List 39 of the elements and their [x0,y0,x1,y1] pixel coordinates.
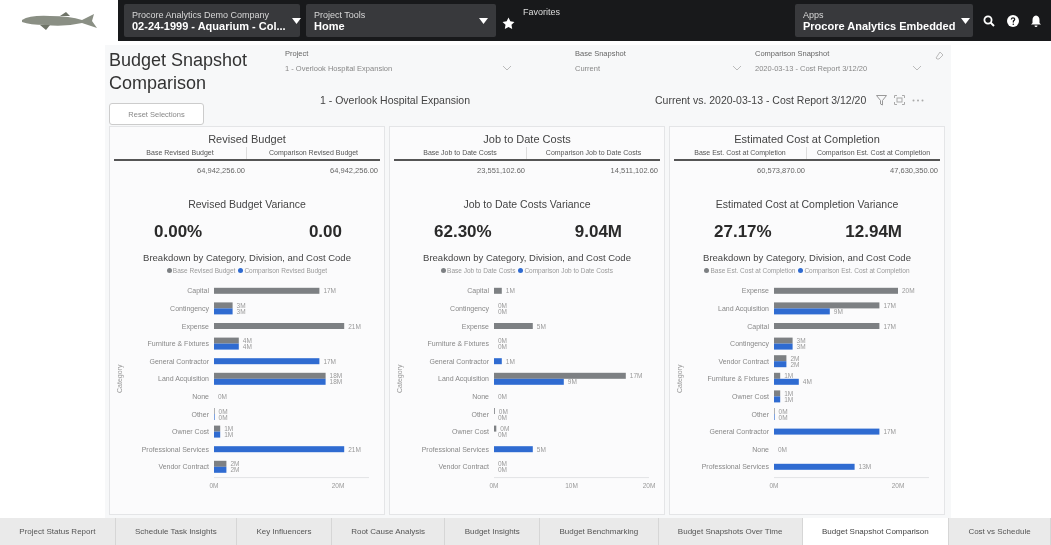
variance-title: Revised Budget Variance [187,198,307,210]
bar [494,425,497,432]
project-tools-dropdown[interactable]: Project Tools Home [306,4,496,37]
bar [494,323,533,329]
report-title: Budget Snapshot Comparison [109,49,249,95]
chevron-down-icon [503,66,511,71]
page-tab[interactable]: Budget Snapshot Comparison [802,518,950,545]
variance-amount: 9.04M [573,222,623,242]
chart-title: Breakdown by Category, Division, and Cost Code [702,252,912,263]
variance-percent: 27.17% [713,222,773,242]
project-caption: 1 - Overlook Hospital Expansion [320,94,471,106]
chart-title: Breakdown by Category, Division, and Cost Code [422,252,632,263]
card-title: Job to Date Costs [482,133,572,145]
bar [494,358,502,365]
company-dropdown[interactable]: Procore Analytics Demo Company 02-24-1999 - Aquarium - Col... [124,4,300,37]
chevron-down-icon [479,17,488,24]
variance-amount: 12.94M [844,222,903,242]
variance-title: Estimated Cost at Completion Variance [714,198,900,210]
favorites-label: Favorites [523,6,560,17]
chevron-down-icon [961,17,971,24]
variance-percent: 62.30% [433,222,493,242]
comparison-caption: Current vs. 2020-03-13 - Cost Report 3/12/20 [655,94,867,106]
chart-title: Breakdown by Category, Division, and Cost Code [142,252,352,263]
variance-percent: 0.00% [153,222,204,242]
bell-icon[interactable] [1031,14,1041,27]
chevron-down-icon [291,17,301,24]
filter-icon[interactable] [876,94,888,106]
bar [494,446,533,453]
search-icon[interactable] [983,14,995,27]
variance-title: Job to Date Costs Variance [462,198,592,210]
card-title: Revised Budget [207,133,287,145]
bar [494,287,502,294]
help-icon[interactable] [1007,14,1019,27]
card-title: Estimated Cost at Completion [733,133,881,145]
star-icon[interactable] [502,16,515,30]
chevron-down-icon [733,66,741,71]
variance-amount: 0.00 [307,222,343,242]
apps-dropdown[interactable]: Apps Procore Analytics Embedded [795,4,973,37]
chevron-down-icon [913,66,921,71]
